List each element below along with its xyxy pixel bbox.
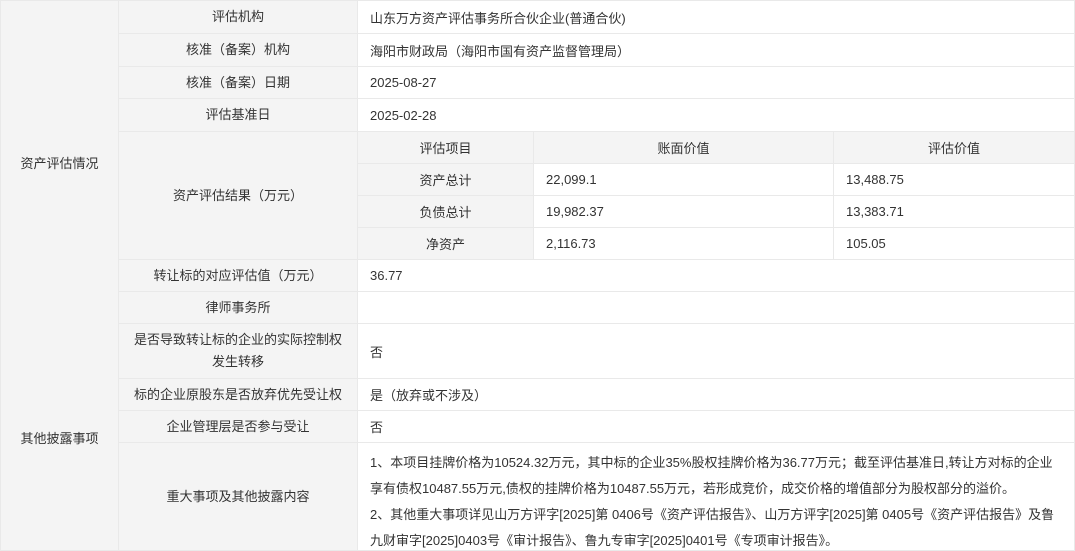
row-value: 是（放弃或不涉及）	[358, 379, 1074, 410]
row-label: 核准（备案）日期	[119, 67, 358, 98]
row-label: 企业管理层是否参与受让	[119, 411, 358, 442]
row-label: 律师事务所	[119, 292, 358, 323]
assessment-table-row: 负债总计 19,982.37 13,383.71	[358, 196, 1074, 228]
assessment-table-row: 资产总计 22,099.1 13,488.75	[358, 164, 1074, 196]
row-value	[358, 292, 1074, 323]
cell-book: 19,982.37	[534, 196, 834, 227]
row-label: 核准（备案）机构	[119, 34, 358, 66]
section-asset-evaluation: 资产评估情况 评估机构 山东万方资产评估事务所合伙企业(普通合伙) 核准（备案）…	[1, 1, 1074, 324]
cell-book: 22,099.1	[534, 164, 834, 195]
cell-assessed: 13,383.71	[834, 196, 1074, 227]
row-label: 标的企业原股东是否放弃优先受让权	[119, 379, 358, 410]
header-cell-item: 评估项目	[358, 132, 534, 163]
row-value: 山东万方资产评估事务所合伙企业(普通合伙)	[358, 1, 1074, 33]
cell-item: 资产总计	[358, 164, 534, 195]
section-rows: 是否导致转让标的企业的实际控制权发生转移 否 标的企业原股东是否放弃优先受让权 …	[119, 324, 1074, 550]
row-value: 否	[358, 411, 1074, 442]
table-row: 企业管理层是否参与受让 否	[119, 411, 1074, 443]
table-row: 评估机构 山东万方资产评估事务所合伙企业(普通合伙)	[119, 1, 1074, 34]
row-label: 评估基准日	[119, 99, 358, 131]
assessment-table-header-row: 评估项目 账面价值 评估价值	[358, 132, 1074, 164]
section-rows: 评估机构 山东万方资产评估事务所合伙企业(普通合伙) 核准（备案）机构 海阳市财…	[119, 1, 1074, 324]
table-row-major-matters: 重大事项及其他披露内容 1、本项目挂牌价格为10524.32万元，其中标的企业3…	[119, 443, 1074, 550]
disclosure-paragraph-2: 2、其他重大事项详见山万方评字[2025]第 0406号《资产评估报告》、山万方…	[370, 502, 1062, 551]
cell-item: 负债总计	[358, 196, 534, 227]
row-value: 2025-08-27	[358, 67, 1074, 98]
row-label: 是否导致转让标的企业的实际控制权发生转移	[119, 324, 358, 378]
row-value: 2025-02-28	[358, 99, 1074, 131]
table-row: 评估基准日 2025-02-28	[119, 99, 1074, 132]
table-row: 律师事务所	[119, 292, 1074, 324]
table-row: 是否导致转让标的企业的实际控制权发生转移 否	[119, 324, 1074, 379]
row-value: 海阳市财政局（海阳市国有资产监督管理局）	[358, 34, 1074, 66]
table-row-assessment-results: 资产评估结果（万元） 评估项目 账面价值 评估价值 资产总计 22,099.1 …	[119, 132, 1074, 260]
cell-assessed: 105.05	[834, 228, 1074, 259]
group-label-text: 其他披露事项	[20, 428, 98, 447]
disclosure-paragraph-1: 1、本项目挂牌价格为10524.32万元，其中标的企业35%股权挂牌价格为36.…	[370, 450, 1062, 502]
header-cell-book: 账面价值	[534, 132, 834, 163]
assessment-table-row: 净资产 2,116.73 105.05	[358, 228, 1074, 259]
group-label-text: 资产评估情况	[20, 153, 98, 172]
table-row: 核准（备案）机构 海阳市财政局（海阳市国有资产监督管理局）	[119, 34, 1074, 67]
cell-assessed: 13,488.75	[834, 164, 1074, 195]
asset-evaluation-table: 资产评估情况 评估机构 山东万方资产评估事务所合伙企业(普通合伙) 核准（备案）…	[0, 0, 1075, 551]
cell-book: 2,116.73	[534, 228, 834, 259]
cell-item: 净资产	[358, 228, 534, 259]
row-value-paragraphs: 1、本项目挂牌价格为10524.32万元，其中标的企业35%股权挂牌价格为36.…	[358, 443, 1074, 550]
row-label: 重大事项及其他披露内容	[119, 443, 358, 550]
table-row: 标的企业原股东是否放弃优先受让权 是（放弃或不涉及）	[119, 379, 1074, 411]
section-other-disclosures: 其他披露事项 是否导致转让标的企业的实际控制权发生转移 否 标的企业原股东是否放…	[1, 324, 1074, 550]
row-label: 转让标的对应评估值（万元）	[119, 260, 358, 291]
group-label-asset-evaluation: 资产评估情况	[1, 1, 119, 324]
header-cell-assessed: 评估价值	[834, 132, 1074, 163]
row-label: 评估机构	[119, 1, 358, 33]
assessment-results-table: 评估项目 账面价值 评估价值 资产总计 22,099.1 13,488.75 负…	[358, 132, 1074, 259]
table-row: 核准（备案）日期 2025-08-27	[119, 67, 1074, 99]
table-row: 转让标的对应评估值（万元） 36.77	[119, 260, 1074, 292]
row-value: 36.77	[358, 260, 1074, 291]
group-label-other-disclosures: 其他披露事项	[1, 324, 119, 550]
row-label: 资产评估结果（万元）	[119, 132, 358, 259]
row-value: 否	[358, 324, 1074, 378]
